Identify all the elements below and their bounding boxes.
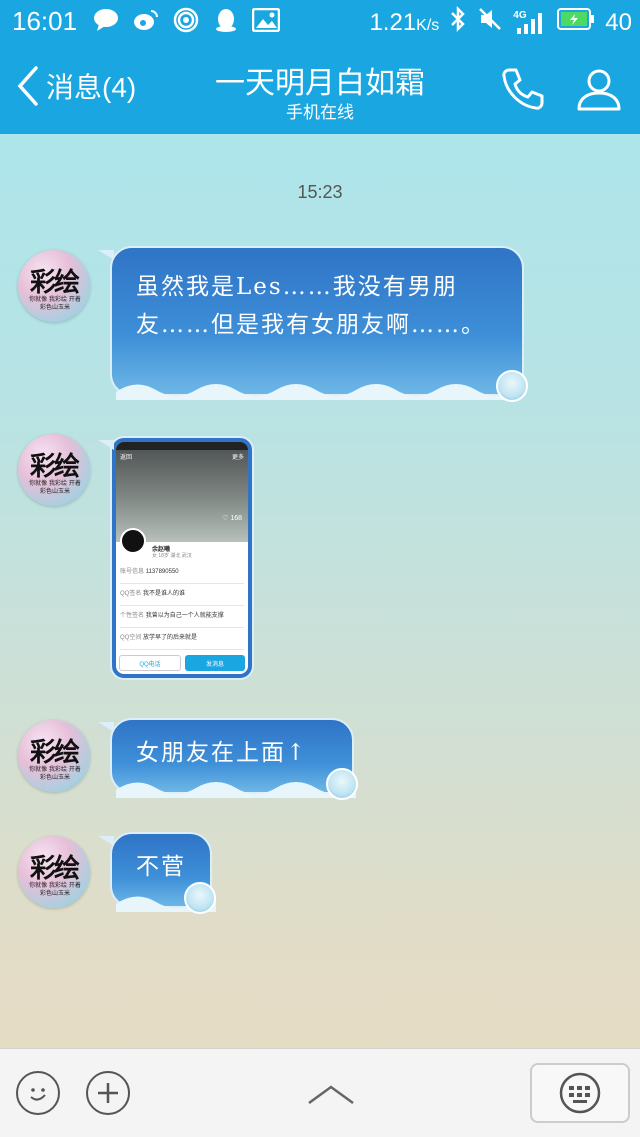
mute-icon: [477, 6, 503, 39]
message-text: 虽然我是Les……我没有男朋友……但是我有女朋友啊……。: [136, 274, 486, 338]
phone-icon: [502, 68, 544, 110]
bluetooth-icon: [449, 5, 467, 39]
call-button[interactable]: [498, 64, 548, 114]
bubble-character-icon: [184, 882, 216, 914]
battery-icon: [557, 8, 595, 37]
battery-level: 40: [605, 8, 632, 36]
screenshot-avatar: [120, 528, 146, 554]
input-bar: [0, 1048, 640, 1137]
expand-button[interactable]: [306, 1079, 356, 1109]
avatar[interactable]: 彩绘 你就像 我彩绘 开着彩色山玉米: [18, 434, 90, 506]
message-bubble[interactable]: 不菅: [98, 832, 216, 914]
wave-decoration: [116, 782, 356, 798]
keyboard-button[interactable]: [530, 1063, 630, 1123]
profile-button[interactable]: [574, 64, 624, 114]
avatar[interactable]: 彩绘 你就像 我彩绘 开着彩色山玉米: [18, 720, 90, 792]
system-status: 1.21K/s 4G 40: [369, 5, 632, 39]
image-message[interactable]: 返回 更多 ♡ 168 余赵曦 女 18岁 湖北 武汉 账号信息 1137890…: [98, 436, 254, 680]
network-speed: 1.21K/s: [369, 8, 440, 36]
profile-screenshot: 返回 更多 ♡ 168 余赵曦 女 18岁 湖北 武汉 账号信息 1137890…: [116, 442, 248, 674]
smiley-icon: [30, 1088, 46, 1101]
gallery-icon: [252, 6, 280, 34]
status-time: 16:01: [12, 6, 78, 36]
bubble-character-icon: [326, 768, 358, 800]
plus-icon: [98, 1083, 118, 1103]
message-bubble[interactable]: 女朋友在上面↑: [98, 718, 358, 800]
person-icon: [577, 69, 621, 111]
signal-icon: 4G: [513, 10, 547, 36]
emoji-button[interactable]: [16, 1071, 60, 1115]
chat-header: 消息(4) 一天明月白如霜 手机在线: [0, 44, 640, 134]
message-bubble[interactable]: 虽然我是Les……我没有男朋友……但是我有女朋友啊……。: [98, 246, 528, 402]
bubble-character-icon: [496, 370, 528, 402]
keyboard-icon: [559, 1072, 601, 1114]
notification-icons: [92, 6, 280, 34]
weibo-icon: [132, 6, 160, 34]
avatar[interactable]: 彩绘 你就像 我彩绘 开着彩色山玉米: [18, 836, 90, 908]
screenshot-cover: 返回 更多 ♡ 168: [116, 442, 248, 542]
wave-decoration: [116, 384, 516, 400]
message-timestamp: 15:23: [297, 182, 343, 202]
add-button[interactable]: [86, 1071, 130, 1115]
avatar[interactable]: 彩绘 你就像 我彩绘 开着彩色山玉米: [18, 250, 90, 322]
chat-bubble-icon: [92, 6, 120, 34]
qq-penguin-icon: [212, 6, 240, 34]
status-bar: 16:01 1.21K/s 4G 40: [0, 0, 640, 44]
chevron-up-icon: [308, 1085, 354, 1105]
hotspot-icon: [172, 6, 200, 34]
